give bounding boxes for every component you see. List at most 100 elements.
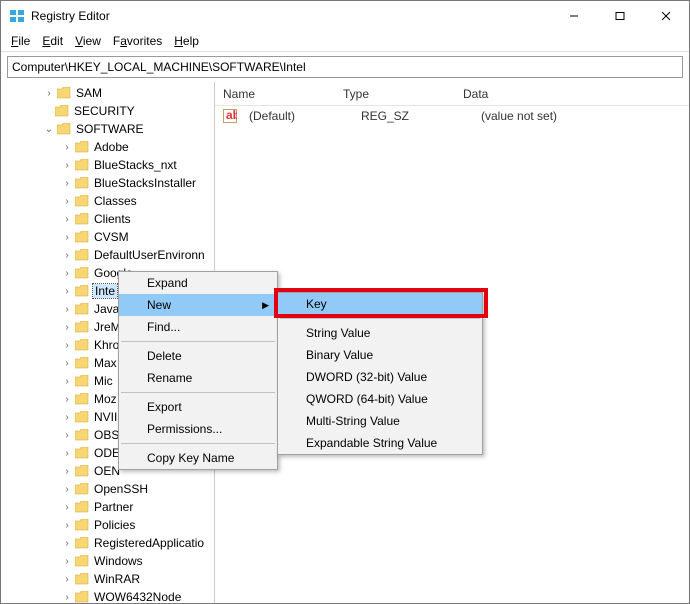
tree-node-defaultuserenvironment[interactable]: ›DefaultUserEnvironn (1, 246, 214, 264)
tree-node-label: CVSM (93, 230, 130, 244)
menu-help[interactable]: Help (168, 32, 205, 50)
maximize-button[interactable] (597, 1, 643, 31)
tree-node-sam[interactable]: ›SAM (1, 84, 214, 102)
titlebar: Registry Editor (1, 1, 689, 31)
ctx-rename[interactable]: Rename (119, 367, 277, 389)
tree-node-bluestacks-nxt[interactable]: › BlueStacks_nxt (1, 156, 214, 174)
expand-icon[interactable]: › (61, 592, 73, 603)
expand-icon[interactable]: › (61, 340, 73, 351)
column-data[interactable]: Data (455, 83, 689, 105)
folder-icon (55, 105, 69, 117)
window-title: Registry Editor (31, 9, 551, 23)
folder-icon (75, 519, 89, 531)
list-row[interactable]: ab (Default) REG_SZ (value not set) (215, 106, 689, 126)
context-menu: Expand New▶ Find... Delete Rename Export… (118, 271, 278, 470)
tree-node-classes[interactable]: › Classes (1, 192, 214, 210)
tree-node-label: OEN (93, 464, 121, 478)
expand-icon[interactable]: › (61, 466, 73, 477)
column-name[interactable]: Name (215, 83, 335, 105)
ctx-export[interactable]: Export (119, 396, 277, 418)
tree-node-label: Windows (93, 554, 144, 568)
ctx-expand[interactable]: Expand (119, 272, 277, 294)
folder-icon (75, 339, 89, 351)
expand-icon[interactable]: › (61, 250, 73, 261)
expand-icon[interactable]: › (61, 286, 73, 297)
folder-icon (75, 591, 89, 603)
ctx-new-dword[interactable]: DWORD (32-bit) Value (278, 366, 482, 388)
folder-icon (57, 123, 71, 135)
ctx-copy-key-name[interactable]: Copy Key Name (119, 447, 277, 469)
expand-icon[interactable]: › (61, 556, 73, 567)
ctx-new-qword[interactable]: QWORD (64-bit) Value (278, 388, 482, 410)
expand-icon[interactable]: › (61, 448, 73, 459)
address-text: Computer\HKEY_LOCAL_MACHINE\SOFTWARE\Int… (12, 60, 306, 74)
expand-icon[interactable]: › (61, 304, 73, 315)
expand-icon[interactable]: › (61, 502, 73, 513)
tree-node-label: ODE (93, 446, 121, 460)
address-bar[interactable]: Computer\HKEY_LOCAL_MACHINE\SOFTWARE\Int… (7, 56, 683, 78)
folder-icon (75, 303, 89, 315)
ctx-new-string[interactable]: String Value (278, 322, 482, 344)
window-controls (551, 1, 689, 31)
expand-icon[interactable]: › (61, 520, 73, 531)
expand-icon[interactable]: › (61, 232, 73, 243)
string-value-icon: ab (223, 109, 237, 123)
expand-icon[interactable]: › (61, 412, 73, 423)
tree-node-windows[interactable]: › Windows (1, 552, 214, 570)
expand-icon[interactable]: › (61, 484, 73, 495)
tree-node-bluestacksinstaller[interactable]: ›BlueStacksInstaller (1, 174, 214, 192)
expand-icon[interactable]: › (61, 160, 73, 171)
expand-icon[interactable]: › (61, 196, 73, 207)
expand-icon[interactable]: › (61, 430, 73, 441)
tree-node-label: BlueStacks_nxt (93, 158, 178, 172)
expand-icon[interactable]: › (43, 88, 55, 99)
tree-node-clients[interactable]: ›Clients (1, 210, 214, 228)
menu-edit[interactable]: Edit (36, 32, 69, 50)
expand-icon[interactable]: › (61, 376, 73, 387)
tree-node-label: WOW6432Node (93, 590, 182, 603)
folder-icon (75, 321, 89, 333)
expand-icon[interactable]: › (61, 178, 73, 189)
separator (1, 51, 689, 52)
expand-icon[interactable]: › (61, 322, 73, 333)
ctx-permissions[interactable]: Permissions... (119, 418, 277, 440)
expand-icon[interactable]: › (61, 214, 73, 225)
tree-node-partner[interactable]: ›Partner (1, 498, 214, 516)
ctx-delete[interactable]: Delete (119, 345, 277, 367)
menu-view[interactable]: View (69, 32, 107, 50)
ctx-new-multistring[interactable]: Multi-String Value (278, 410, 482, 432)
menu-file[interactable]: File (5, 32, 36, 50)
expand-icon[interactable]: › (61, 394, 73, 405)
column-type[interactable]: Type (335, 83, 455, 105)
minimize-button[interactable] (551, 1, 597, 31)
tree-node-cvsm[interactable]: › CVSM (1, 228, 214, 246)
close-button[interactable] (643, 1, 689, 31)
ctx-new[interactable]: New▶ (119, 294, 277, 316)
tree-node-security[interactable]: SECURITY (1, 102, 214, 120)
expand-icon[interactable]: › (61, 358, 73, 369)
menu-favorites[interactable]: Favorites (107, 32, 168, 50)
tree-node-openssh[interactable]: ›OpenSSH (1, 480, 214, 498)
tree-node-label: Java (93, 302, 120, 316)
ctx-new-key[interactable]: Key (278, 293, 482, 315)
ctx-new-binary[interactable]: Binary Value (278, 344, 482, 366)
collapse-icon[interactable]: ⌄ (43, 124, 55, 135)
tree-node-wow6432node[interactable]: › WOW6432Node (1, 588, 214, 603)
folder-icon (75, 393, 89, 405)
tree-node-adobe[interactable]: ›Adobe (1, 138, 214, 156)
expand-icon[interactable]: › (61, 574, 73, 585)
folder-icon (75, 249, 89, 261)
ctx-find[interactable]: Find... (119, 316, 277, 338)
expand-icon[interactable]: › (61, 268, 73, 279)
svg-text:ab: ab (226, 109, 237, 122)
ctx-new-expandstring[interactable]: Expandable String Value (278, 432, 482, 454)
tree-node-winrar[interactable]: ›WinRAR (1, 570, 214, 588)
tree-node-policies[interactable]: ›Policies (1, 516, 214, 534)
folder-icon (75, 357, 89, 369)
expand-icon[interactable]: › (61, 142, 73, 153)
tree-node-label: Classes (93, 194, 138, 208)
expand-icon[interactable]: › (61, 538, 73, 549)
tree-node-registeredapplications[interactable]: ›RegisteredApplicatio (1, 534, 214, 552)
tree-node-label: Mic (93, 374, 114, 388)
tree-node-software[interactable]: ⌄SOFTWARE (1, 120, 214, 138)
